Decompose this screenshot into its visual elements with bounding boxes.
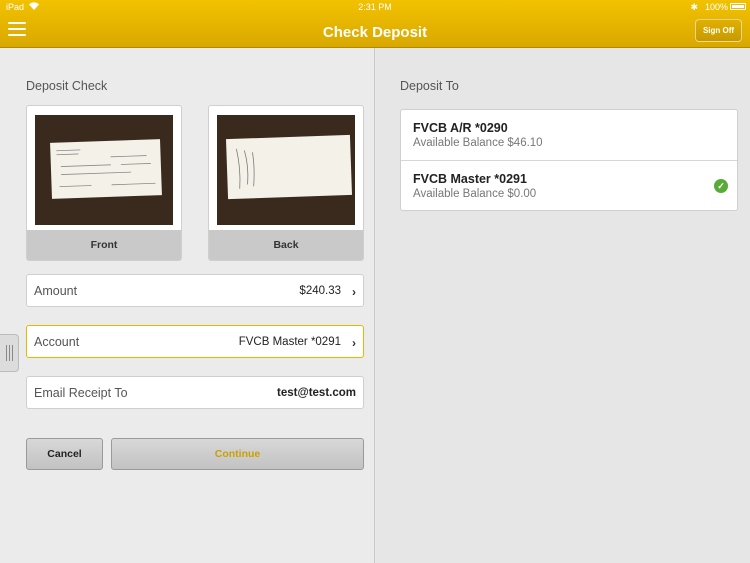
front-check-image [35,115,173,225]
deposit-to-label: Deposit To [400,79,459,93]
account-balance: Available Balance $46.10 [413,137,543,149]
battery-icon [730,3,746,10]
account-value: FVCB Master *0291 [238,336,341,348]
deposit-check-panel: Deposit Check Front Back Amount $240.33 … [0,48,375,563]
amount-field[interactable]: Amount $240.33 › [26,274,364,307]
cancel-button[interactable]: Cancel [26,438,103,470]
amount-label: Amount [34,284,78,298]
drawer-handle[interactable] [0,334,19,372]
email-receipt-value: test@test.com [277,387,356,399]
amount-value: $240.33 [299,285,341,297]
battery-percent: 100% [704,2,728,12]
account-item[interactable]: FVCB A/R *0290 Available Balance $46.10 [401,110,737,160]
chevron-right-icon: › [352,285,356,299]
sign-off-button[interactable]: Sign Off [695,19,742,42]
page-title: Check Deposit [322,24,428,41]
status-bar: iPad 2:31 PM ✱ 100% [0,0,750,14]
account-name: FVCB A/R *0290 [413,121,508,135]
front-photo-card[interactable]: Front [26,105,182,261]
account-field[interactable]: Account FVCB Master *0291 › [26,325,364,358]
back-photo-card[interactable]: Back [208,105,364,261]
bluetooth-icon: ✱ [690,2,698,12]
chevron-right-icon: › [352,336,356,350]
account-item[interactable]: FVCB Master *0291 Available Balance $0.0… [401,160,737,210]
back-label: Back [209,230,363,260]
checkmark-icon: ✓ [714,179,728,193]
email-receipt-label: Email Receipt To [34,386,128,400]
account-label: Account [34,335,80,349]
account-balance: Available Balance $0.00 [413,188,537,200]
top-bar: iPad 2:31 PM ✱ 100% Check Deposit Sign O… [0,0,750,48]
front-label: Front [27,230,181,260]
back-check-image [217,115,355,225]
continue-button[interactable]: Continue [111,438,364,470]
deposit-to-panel: Deposit To FVCB A/R *0290 Available Bala… [376,48,750,563]
account-list: FVCB A/R *0290 Available Balance $46.10 … [400,109,738,211]
deposit-check-label: Deposit Check [26,79,108,93]
account-name: FVCB Master *0291 [413,172,527,186]
clock: 2:31 PM [358,2,392,12]
email-receipt-field[interactable]: Email Receipt To test@test.com [26,376,364,409]
